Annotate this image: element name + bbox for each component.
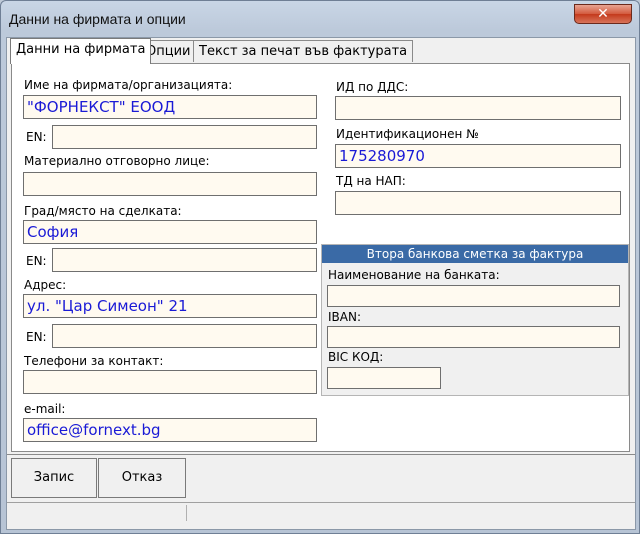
id-number-label: Идентификационен № [336,127,479,141]
phones-label: Телефони за контакт: [24,354,164,368]
company-data-panel: Име на фирмата/организацията: "ФОРНЕКСТ"… [11,63,630,452]
city-en-label: EN: [26,254,47,268]
nap-field[interactable] [335,191,621,215]
id-number-field[interactable]: 175280970 [335,144,621,168]
vat-field[interactable] [335,96,621,120]
tab-invoice-text-label: Текст за печат във фактурата [199,44,408,59]
close-button[interactable]: ✕ [574,4,632,24]
status-bar [7,502,635,529]
close-icon: ✕ [597,6,609,22]
dialog-client-area: Данни на фирмата Опции Текст за печат въ… [6,37,636,530]
bank-name-field[interactable] [327,285,620,307]
save-button[interactable]: Запис [11,458,97,498]
address-label: Адрес: [24,278,67,292]
address-en-field[interactable] [52,324,317,348]
cancel-button[interactable]: Отказ [98,458,186,498]
mol-label: Материално отговорно лице: [24,154,210,168]
second-bank-account-group: Втора банкова сметка за фактура Наименов… [321,244,629,396]
email-label: e-mail: [24,402,66,416]
bic-field[interactable] [327,367,441,389]
status-segment [7,505,187,521]
second-bank-account-header: Втора банкова сметка за фактура [322,245,628,263]
save-button-label: Запис [33,470,75,485]
email-field[interactable]: office@fornext.bg [23,418,317,442]
address-field[interactable]: ул. "Цар Симеон" 21 [23,294,317,318]
button-bar: Запис Отказ [7,454,635,501]
tab-company-data-label: Данни на фирмата [16,42,146,57]
city-field[interactable]: София [23,220,317,244]
company-name-label: Име на фирмата/организацията: [24,78,233,92]
city-label: Град/място на сделката: [24,204,182,218]
iban-field[interactable] [327,326,620,348]
bic-label: BIC КОД: [328,350,384,364]
window-title: Данни на фирмата и опции [9,11,186,27]
vat-label: ИД по ДДС: [336,80,409,94]
phones-field[interactable] [23,370,317,394]
nap-label: ТД на НАП: [336,174,406,188]
mol-field[interactable] [23,172,317,196]
address-en-label: EN: [26,330,47,344]
bank-name-label: Наименование на банката: [328,268,500,282]
city-en-field[interactable] [52,248,317,272]
company-name-field[interactable]: "ФОРНЕКСТ" ЕООД [23,95,317,119]
company-name-en-label: EN: [26,130,47,144]
company-name-en-field[interactable] [52,125,317,149]
iban-label: IBAN: [328,310,361,324]
tab-company-data[interactable]: Данни на фирмата [10,38,152,64]
tab-options-label: Опции [146,44,191,59]
dialog-window: Данни на фирмата и опции ✕ Данни на фирм… [0,0,640,534]
cancel-button-label: Отказ [121,470,163,485]
tab-invoice-text[interactable]: Текст за печат във фактурата [193,40,414,62]
title-bar[interactable]: Данни на фирмата и опции ✕ [1,1,639,37]
